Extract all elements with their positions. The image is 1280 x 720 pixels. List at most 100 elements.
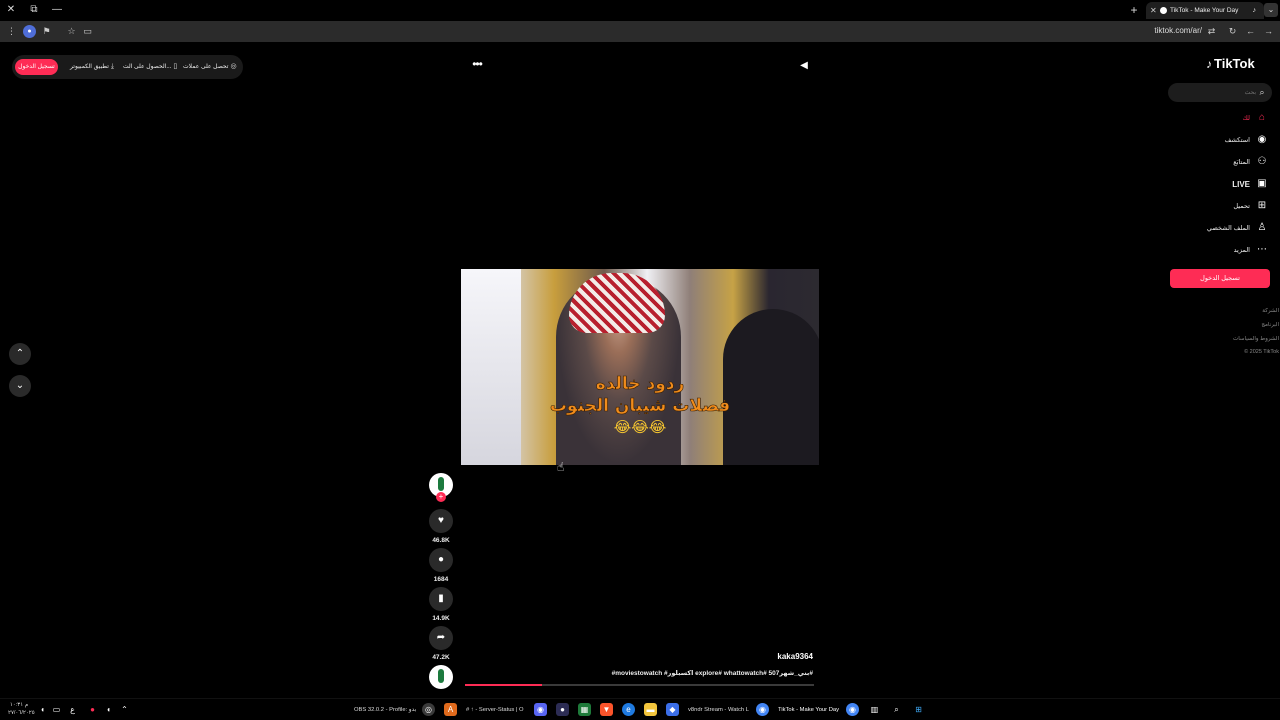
app-icon[interactable]: A xyxy=(444,703,457,716)
restore-icon[interactable]: ⧉ xyxy=(27,3,41,17)
get-coins-link[interactable]: تحصل على عملات ◎ xyxy=(183,59,239,75)
taskbar-tiktok[interactable]: TikTok - Make Your Day xyxy=(778,702,839,718)
video-author[interactable]: kaka9364 xyxy=(713,652,813,661)
calendar-icon[interactable]: ▦ xyxy=(578,703,591,716)
language-icon[interactable]: ع xyxy=(66,703,79,716)
taskbar-stream[interactable]: v8ndr Stream - Watch L xyxy=(688,702,749,718)
get-app-link[interactable]: الحصول على الت... ▯ xyxy=(123,59,179,75)
video-more-icon[interactable]: ••• xyxy=(468,58,486,74)
like-button[interactable]: ♥ xyxy=(429,509,453,533)
sidebar-item-live[interactable]: LIVE ▣ xyxy=(1232,176,1268,192)
browser-tabstrip: ✕ ⧉ — + ✕ TikTok - Make Your Day ♪ ⌄ xyxy=(0,0,1280,20)
following-icon: ⚇ xyxy=(1257,156,1267,167)
url-field[interactable]: tiktok.com/ar/ xyxy=(1154,26,1202,35)
menu-icon[interactable]: ⋮ xyxy=(5,25,18,38)
chrome-icon[interactable]: ◉ xyxy=(756,703,769,716)
comment-button[interactable]: ● xyxy=(429,548,453,572)
video-progress-fill xyxy=(465,684,542,686)
folder-icon[interactable]: ▬ xyxy=(644,703,657,716)
video-description[interactable]: #moviestowatch #اكسبلور explore# whattow… xyxy=(560,669,813,677)
sidebar-item-following[interactable]: المتابَع ⚇ xyxy=(1233,154,1268,170)
back-icon[interactable]: ← xyxy=(1244,25,1257,38)
chevron-down-icon: ⌄ xyxy=(15,380,25,391)
upload-icon: ⊞ xyxy=(1257,200,1267,211)
sidebar-item-more[interactable]: المزيد ⋯ xyxy=(1234,242,1268,258)
palm-emblem-icon xyxy=(438,477,444,491)
sidebar-item-upload[interactable]: تحميل ⊞ xyxy=(1233,198,1268,214)
desktop-app-link[interactable]: تطبيق الكمبيوتر ⤓ xyxy=(70,59,116,75)
coin-icon: ◎ xyxy=(230,63,237,70)
sidebar-item-profile[interactable]: الملف الشخصي ♙ xyxy=(1207,220,1268,236)
tiktok-note-icon: ♪ xyxy=(1206,57,1212,71)
caption-emoji: 😂😂😂 xyxy=(613,418,667,436)
close-icon[interactable]: ✕ xyxy=(4,3,18,17)
microphone-icon[interactable]: ● xyxy=(86,703,99,716)
video-player[interactable]: ردود خالده فصلات شيبان الجنوب 😂😂😂 xyxy=(461,269,819,465)
tab-menu-icon[interactable]: ⌄ xyxy=(1264,3,1278,17)
edge-icon[interactable]: e xyxy=(622,703,635,716)
site-settings-icon[interactable]: ⇄ xyxy=(1205,25,1218,38)
brave-icon[interactable]: ▼ xyxy=(600,703,613,716)
search-icon[interactable]: ⌕ xyxy=(1256,86,1268,98)
footer-link-terms[interactable]: الشروط والسياسات xyxy=(1233,336,1279,342)
new-tab-icon[interactable]: + xyxy=(1127,2,1141,18)
volume-icon[interactable]: ◀︎ xyxy=(797,59,811,73)
music-disc[interactable] xyxy=(429,665,453,689)
follow-plus-icon[interactable]: + xyxy=(436,492,446,502)
obs-icon[interactable]: ◎ xyxy=(422,703,435,716)
cast-icon[interactable]: ▭ xyxy=(81,25,94,38)
minimize-icon[interactable]: — xyxy=(50,3,64,17)
taskbar-server-status[interactable]: # ↑ - Server-Status | O xyxy=(466,702,524,718)
tray-expand-icon[interactable]: ⌃ xyxy=(118,703,131,716)
taskbar-obs[interactable]: OBS 32.0.2 - Profile: بدو xyxy=(354,702,416,718)
phone-icon: ▯ xyxy=(173,63,178,70)
video-scene-headdress xyxy=(569,273,665,333)
tab-close-icon[interactable]: ✕ xyxy=(1150,2,1157,19)
star-icon[interactable]: ☆ xyxy=(65,25,78,38)
forward-icon[interactable]: → xyxy=(1262,25,1275,38)
discord-icon[interactable]: ◉ xyxy=(534,703,547,716)
start-icon[interactable]: ⊞ xyxy=(912,703,925,716)
share-button[interactable]: ➦ xyxy=(429,626,453,650)
previous-video-button[interactable]: ⌃ xyxy=(9,343,31,365)
footer-link-program[interactable]: البرنامج xyxy=(1261,322,1279,328)
share-icon: ➦ xyxy=(436,632,446,643)
comment-icon: ● xyxy=(437,554,445,565)
extension-icon[interactable]: ⚑ xyxy=(40,25,53,38)
video-overlay-caption: ردود خالده فصلات شيبان الجنوب 😂😂😂 xyxy=(461,373,819,437)
login-button-top[interactable]: تسجيل الدخول xyxy=(15,59,58,75)
taskbar-clock[interactable]: م ١٠:٣١ ٢٧/٠٦/٢٠٢٥ xyxy=(8,701,35,717)
task-view-icon[interactable]: ▥ xyxy=(868,703,881,716)
bookmark-button[interactable]: ▮ xyxy=(429,587,453,611)
footer-link-company[interactable]: الشركة xyxy=(1262,308,1279,314)
network-icon[interactable]: ▭ xyxy=(50,703,63,716)
app-icon[interactable]: ● xyxy=(556,703,569,716)
volume-tray-icon[interactable]: ◖ xyxy=(102,703,115,716)
bookmark-icon: ▮ xyxy=(438,593,444,604)
tiktok-logo[interactable]: ♪ TikTok xyxy=(1206,56,1255,74)
speaker-icon[interactable]: ◖ xyxy=(36,703,49,716)
share-count: 47.2K xyxy=(432,654,450,661)
search-icon[interactable]: ⌕ xyxy=(890,703,903,716)
login-button-sidebar[interactable]: تسجيل الدخول xyxy=(1170,269,1270,288)
sidebar-item-label: الملف الشخصي xyxy=(1206,225,1250,232)
reload-icon[interactable]: ↻ xyxy=(1226,25,1239,38)
tab-tiktok[interactable]: ✕ TikTok - Make Your Day ♪ xyxy=(1146,2,1264,19)
logo-text: TikTok xyxy=(1214,56,1255,71)
caption-line-2: فصلات شيبان الجنوب xyxy=(549,396,731,417)
chrome-icon[interactable]: ◉ xyxy=(846,703,859,716)
tab-title: TikTok - Make Your Day xyxy=(1170,7,1239,14)
more-icon: ⋯ xyxy=(1257,244,1267,255)
sidebar-item-explore[interactable]: استكشف ◉ xyxy=(1225,132,1268,148)
heart-icon: ♥ xyxy=(438,515,444,526)
video-progress-bar[interactable] xyxy=(465,684,814,686)
tiktok-favicon-icon xyxy=(1160,7,1167,14)
search-box[interactable]: ⌕ xyxy=(1168,83,1272,102)
app-icon[interactable]: ◆ xyxy=(666,703,679,716)
os-taskbar: م ١٠:٣١ ٢٧/٠٦/٢٠٢٥ ◖ ▭ ع ◖ ● ⌃ OBS 32.0.… xyxy=(0,698,1280,720)
search-input[interactable] xyxy=(1176,85,1256,100)
next-video-button[interactable]: ⌄ xyxy=(9,375,31,397)
sidebar-item-for-you[interactable]: لك ⌂ xyxy=(1243,110,1268,126)
chevron-up-icon: ⌃ xyxy=(15,348,25,359)
profile-icon[interactable]: ● xyxy=(23,25,36,38)
